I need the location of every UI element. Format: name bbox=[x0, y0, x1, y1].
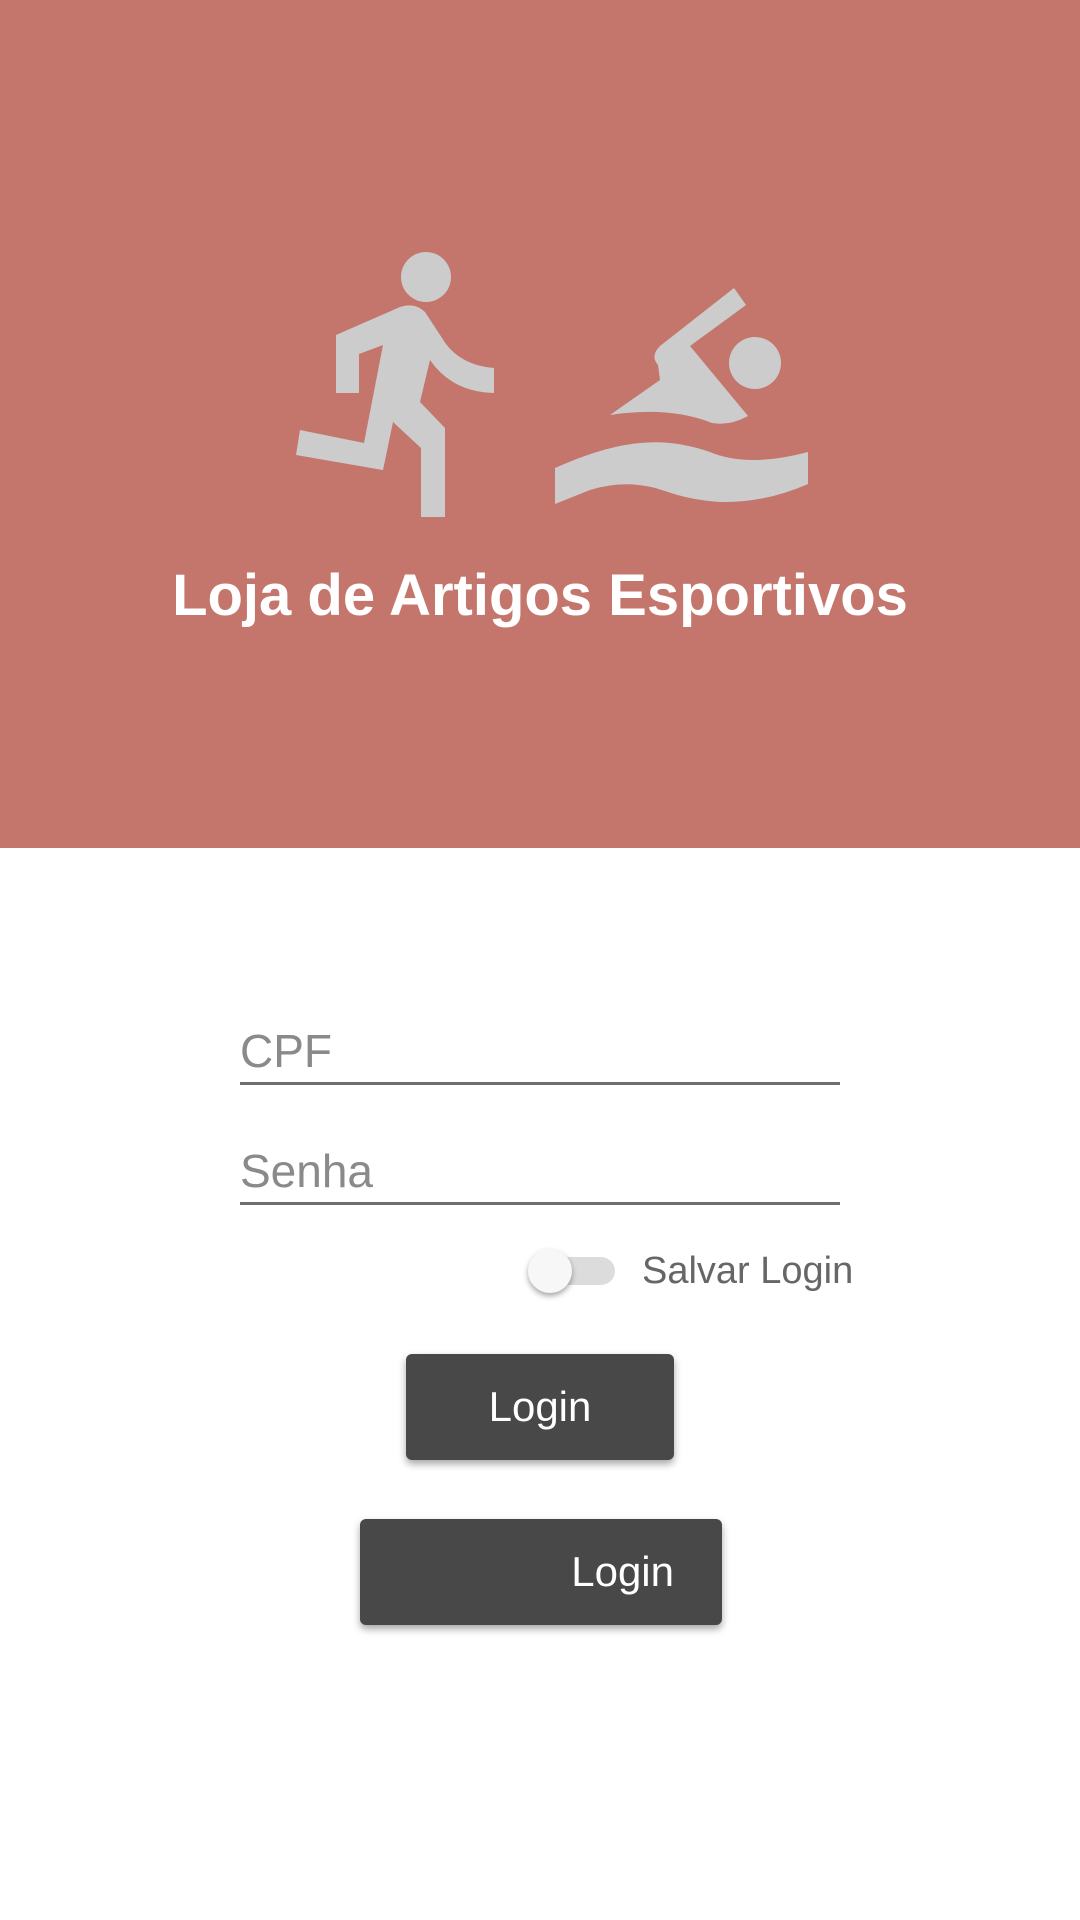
save-login-label: Salvar Login bbox=[642, 1250, 854, 1292]
pool-swimmer-icon bbox=[555, 288, 808, 504]
app-title: Loja de Artigos Esportivos bbox=[172, 563, 908, 628]
save-login-toggle-thumb[interactable] bbox=[528, 1249, 572, 1293]
login-button-secondary[interactable]: Login bbox=[360, 1519, 722, 1625]
login-button[interactable]: Login bbox=[406, 1354, 674, 1460]
header-banner: Loja de Artigos Esportivos bbox=[0, 0, 1080, 848]
cpf-input[interactable] bbox=[240, 1020, 840, 1085]
password-input[interactable] bbox=[240, 1140, 840, 1205]
directions-run-icon bbox=[296, 252, 494, 517]
